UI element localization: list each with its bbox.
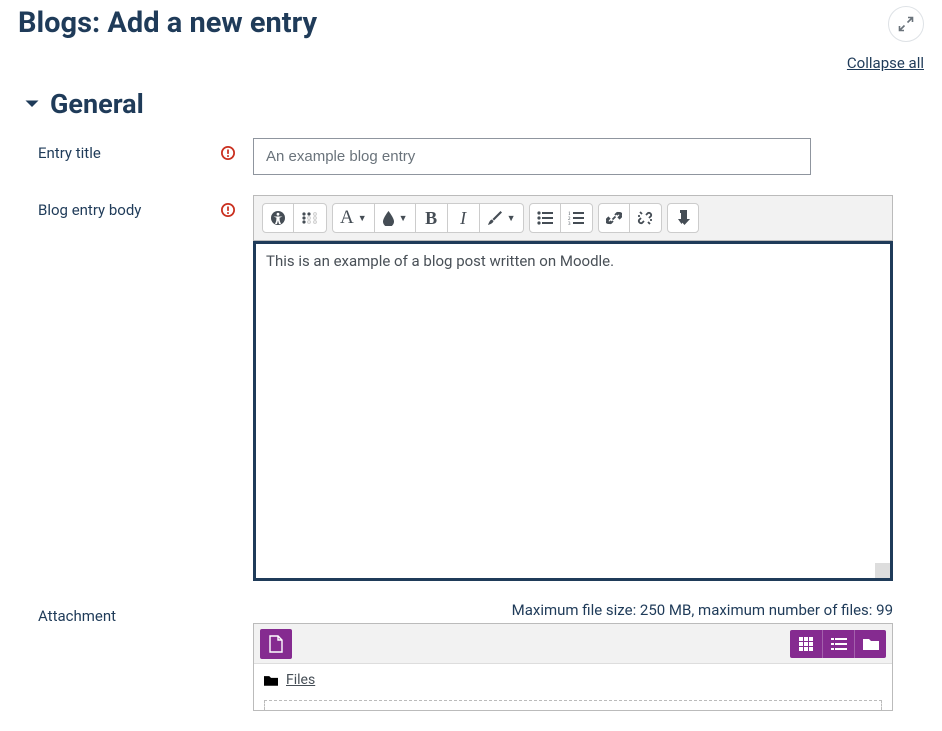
indent-arrow-icon [676,210,690,226]
caret-down-icon: ▼ [358,213,367,223]
entry-title-input[interactable] [253,138,811,175]
accessibility-button[interactable] [262,203,294,233]
file-dropzone[interactable] [264,700,882,710]
editor-content-text: This is an example of a blog post writte… [266,252,614,270]
section-general-toggle[interactable]: General [24,88,924,120]
font-style-button[interactable]: A▼ [332,203,375,233]
collapse-all-link[interactable]: Collapse all [18,54,924,72]
fullscreen-toggle[interactable] [888,6,924,42]
list-ol-icon: 123 [568,211,584,225]
expand-icon [898,16,914,32]
bullet-list-button[interactable] [529,203,561,233]
attachment-limits: Maximum file size: 250 MB, maximum numbe… [253,601,893,619]
bold-label: B [425,208,437,229]
label-entry-title: Entry title [38,144,101,162]
svg-text:3: 3 [568,222,571,225]
view-tree-button[interactable] [854,630,886,658]
unlink-button[interactable] [630,203,662,233]
chevron-down-icon [24,96,40,112]
folder-glyph-icon [264,674,278,686]
required-icon [221,146,235,160]
caret-down-icon: ▼ [399,213,408,223]
font-label: A [340,207,354,229]
link-button[interactable] [598,203,630,233]
label-blog-body: Blog entry body [38,201,141,219]
grid-icon [799,637,813,651]
required-icon [221,203,235,217]
brush-button[interactable]: ▼ [480,203,524,233]
view-list-button[interactable] [822,630,854,658]
file-icon [269,635,283,653]
screenreader-button[interactable] [294,203,327,233]
add-file-button[interactable] [260,629,292,659]
link-icon [606,210,622,226]
view-grid-button[interactable] [790,630,822,658]
editor-toolbar: A▼ ▼ B I ▼ [253,195,893,241]
indent-button[interactable] [667,203,699,233]
accessibility-icon [270,210,286,226]
text-color-button[interactable]: ▼ [375,203,416,233]
file-picker: Files [253,623,893,711]
caret-down-icon: ▼ [507,213,516,223]
paintbrush-icon [487,210,503,226]
unlink-icon [637,210,653,226]
list-ul-icon [537,211,553,225]
files-breadcrumb-link[interactable]: Files [286,672,315,688]
ink-drop-icon [382,211,395,226]
italic-label: I [460,208,466,229]
folder-icon [863,637,879,650]
list-icon [831,638,847,650]
italic-button[interactable]: I [448,203,480,233]
bold-button[interactable]: B [416,203,448,233]
blog-body-editor[interactable]: This is an example of a blog post writte… [253,241,893,581]
label-attachment: Attachment [38,607,116,625]
section-general-title: General [50,88,144,120]
numbered-list-button[interactable]: 123 [561,203,593,233]
page-title: Blogs: Add a new entry [18,6,317,40]
braille-icon [301,211,319,225]
